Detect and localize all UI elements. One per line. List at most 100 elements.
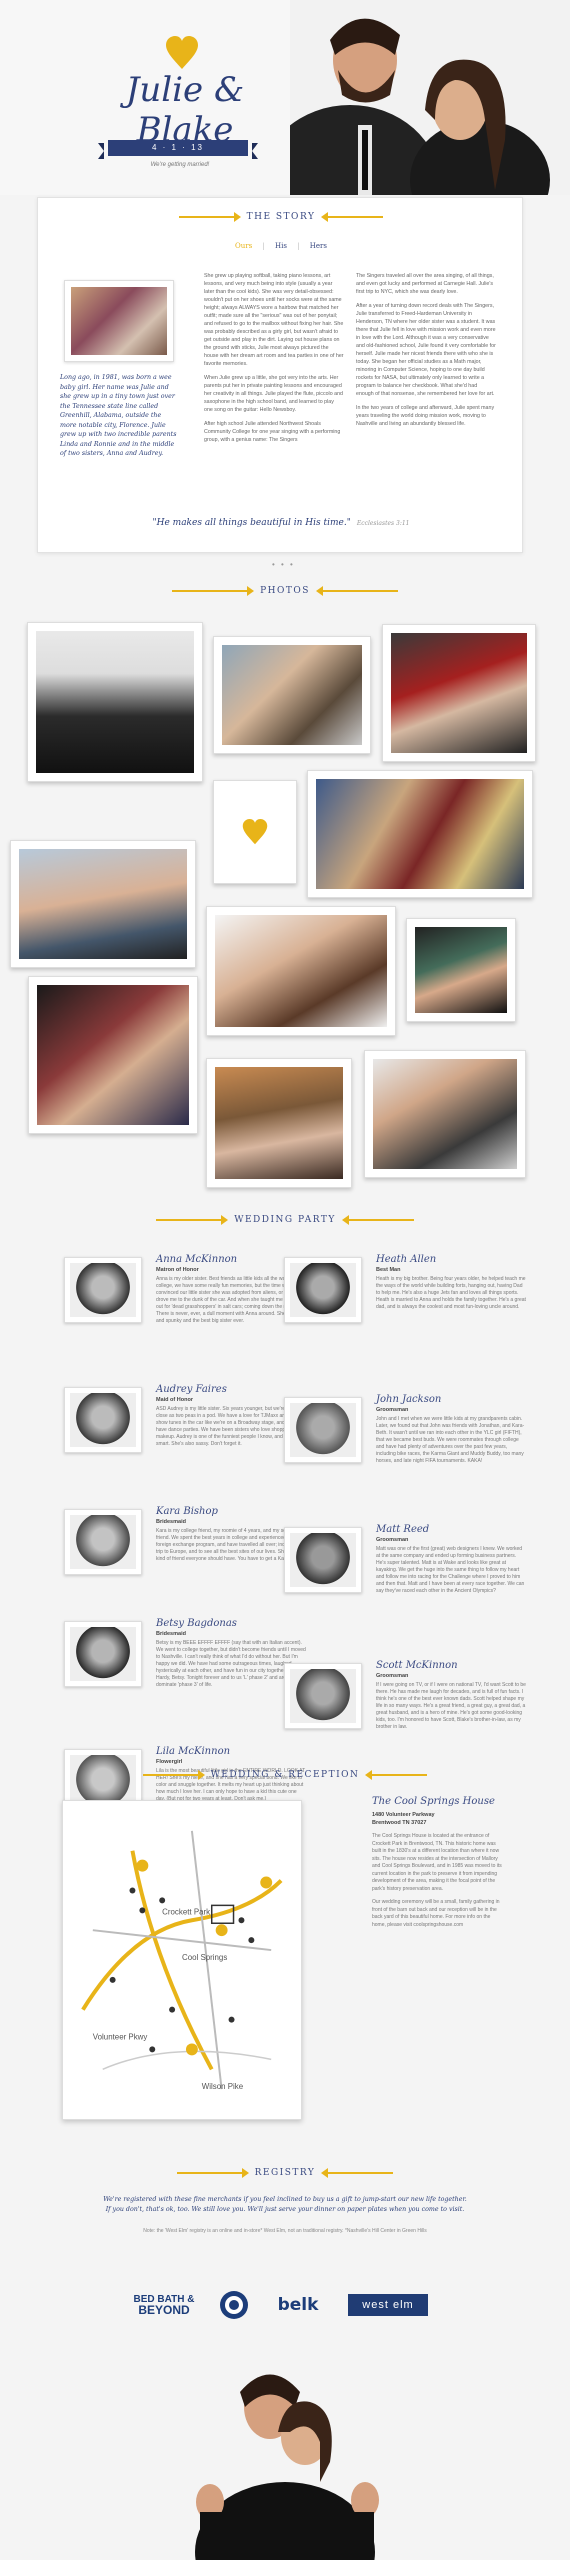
map-label: Wilson Pike [202,2082,244,2091]
page: Julie & Blake 4 · 1 · 13 We're getting m… [0,0,570,2560]
arrow-left-icon [178,212,241,222]
target-logo[interactable] [216,2290,252,2320]
registry-heading: REGISTRY [0,2168,570,2178]
map-label: Cool Springs [182,1953,227,1962]
member-role: Groomsman [376,1673,409,1679]
arrow-right-icon [365,1770,428,1780]
story-column-1: She grew up playing softball, taking pia… [204,272,344,450]
venue-name: The Cool Springs House [372,1796,495,1807]
arrow-left-icon [156,1215,229,1225]
venue-address: 1480 Volunteer Parkway Brentwood TN 3702… [372,1811,502,1827]
story-paragraph: She grew up playing softball, taking pia… [204,273,344,367]
gallery-photo[interactable] [213,780,297,884]
story-column-2: The Singers traveled all over the area s… [356,272,496,434]
member-photo [284,1527,362,1593]
scripture-quote: "He makes all things beautiful in His ti… [38,518,524,528]
story-caption: Long ago, in 1981, was born a wee baby g… [60,374,177,457]
member-name: Matt Reed [376,1524,430,1535]
registry-heading-text: REGISTRY [254,2168,316,2178]
couple-thumbs-up-photo [170,2352,400,2560]
party-member: Heath Allen Best Man Heath is my big broth… [284,1254,526,1357]
party-member: Kara Bishop Bridesmaid Kara is my college … [64,1506,304,1609]
photos-heading-text: PHOTOS [260,586,310,596]
gallery-photo[interactable] [10,840,196,968]
wedding-party-heading: WEDDING PARTY [0,1215,570,1225]
member-role: Groomsman [376,1407,409,1413]
gallery-photo[interactable] [206,1058,352,1188]
tagline: We're getting married! [150,162,210,168]
member-photo [284,1663,362,1729]
registry-text: We're registered with these fine merchan… [103,2196,467,2213]
member-role: Flowergirl [156,1759,183,1765]
logo-wordmark: Julie & Blake [125,70,245,150]
address-line: 1480 Volunteer Parkway [372,1812,435,1818]
arrow-left-icon [176,2168,249,2178]
heart-icon [242,819,268,845]
gallery-photo[interactable] [28,976,198,1134]
venue-paragraph: The Cool Springs House is located at the… [372,1833,502,1892]
heart-icon [166,36,198,69]
member-role: Bridesmaid [156,1519,186,1525]
member-role: Groomsman [376,1537,409,1543]
gallery-photo[interactable] [213,636,371,754]
party-member: Anna McKinnon Matron of Honor Anna is my o… [64,1254,306,1357]
wedding-party-heading-text: WEDDING PARTY [234,1215,336,1225]
reception-heading-text: WEDDING & RECEPTION [210,1770,360,1780]
tab-ours[interactable]: Ours [235,242,252,250]
member-photo [64,1509,142,1575]
west-elm-logo[interactable]: west elm [348,2294,428,2316]
member-role: Bridesmaid [156,1631,186,1637]
member-name: Scott McKinnon [376,1660,458,1671]
party-member: Betsy Bagdonas Bridesmaid Betsy is my BEEE… [64,1618,306,1721]
story-paragraph: After high school Julie attended Northwe… [204,421,341,443]
quote-text: "He makes all things beautiful in His ti… [152,518,351,528]
reception-heading: WEDDING & RECEPTION [0,1770,570,1780]
belk-logo[interactable]: belk [268,2290,328,2320]
member-photo [284,1257,362,1323]
pagination-dots[interactable]: • • • [272,560,295,569]
gallery-photo[interactable] [382,624,536,762]
arrow-right-icon [321,212,384,222]
member-bio: Heath is my big brother. Being four year… [376,1276,526,1310]
gallery-photo[interactable] [307,770,533,898]
arrow-left-icon [172,586,255,596]
member-bio: If I were going on TV, or if I were on n… [376,1682,526,1730]
member-name: Heath Allen [376,1254,437,1265]
bed-bath-beyond-logo[interactable]: BED BATH & BEYOND [128,2290,200,2320]
member-name: Audrey Faires [156,1384,227,1395]
tab-hers[interactable]: Hers [310,242,327,250]
story-card: THE STORY Ours | His | Hers Long ago, in… [37,197,523,553]
gallery-photo[interactable] [206,906,396,1036]
party-member: Scott McKinnon Groomsman If I were going o… [284,1660,526,1763]
story-photo [64,280,174,362]
date-ribbon: 4 · 1 · 13 [98,140,258,159]
story-paragraph: The Singers traveled all over the area s… [356,273,494,295]
member-photo [64,1387,142,1453]
gallery-photo[interactable] [406,918,516,1022]
tab-separator: | [262,242,265,250]
member-bio: John and I met when we were little kids … [376,1416,525,1464]
member-name: Lila McKinnon [156,1746,231,1757]
target-icon [220,2291,248,2319]
arrow-right-icon [341,1215,414,1225]
member-photo [284,1397,362,1463]
story-tabs: Ours | His | Hers [38,242,524,250]
registry-logos: BED BATH & BEYOND belk west elm [128,2290,448,2320]
venue-info: The Cool Springs House 1480 Volunteer Pa… [372,1796,502,1935]
party-member: John Jackson Groomsman John and I met when… [284,1394,525,1497]
map-illustration: Crockett Park Cool Springs Volunteer Pkw… [73,1811,291,2109]
tab-his[interactable]: His [275,242,287,250]
gallery-photo[interactable] [27,622,203,782]
story-paragraph: In the two years of college and afterwar… [356,405,495,427]
photos-heading: PHOTOS [0,586,570,596]
arrow-left-icon [142,1770,205,1780]
logo-text: BEYOND [138,2303,190,2317]
story-heading: THE STORY [38,212,524,222]
party-member: Matt Reed Groomsman Matt was one of the fi… [284,1524,525,1627]
member-role: Best Man [376,1267,401,1273]
venue-map[interactable]: Crockett Park Cool Springs Volunteer Pkw… [62,1800,302,2120]
member-bio: Matt was one of the first (great) web de… [376,1546,525,1594]
gallery-photo[interactable] [364,1050,526,1178]
address-line: Brentwood TN 37027 [372,1820,427,1826]
member-name: John Jackson [376,1394,442,1405]
